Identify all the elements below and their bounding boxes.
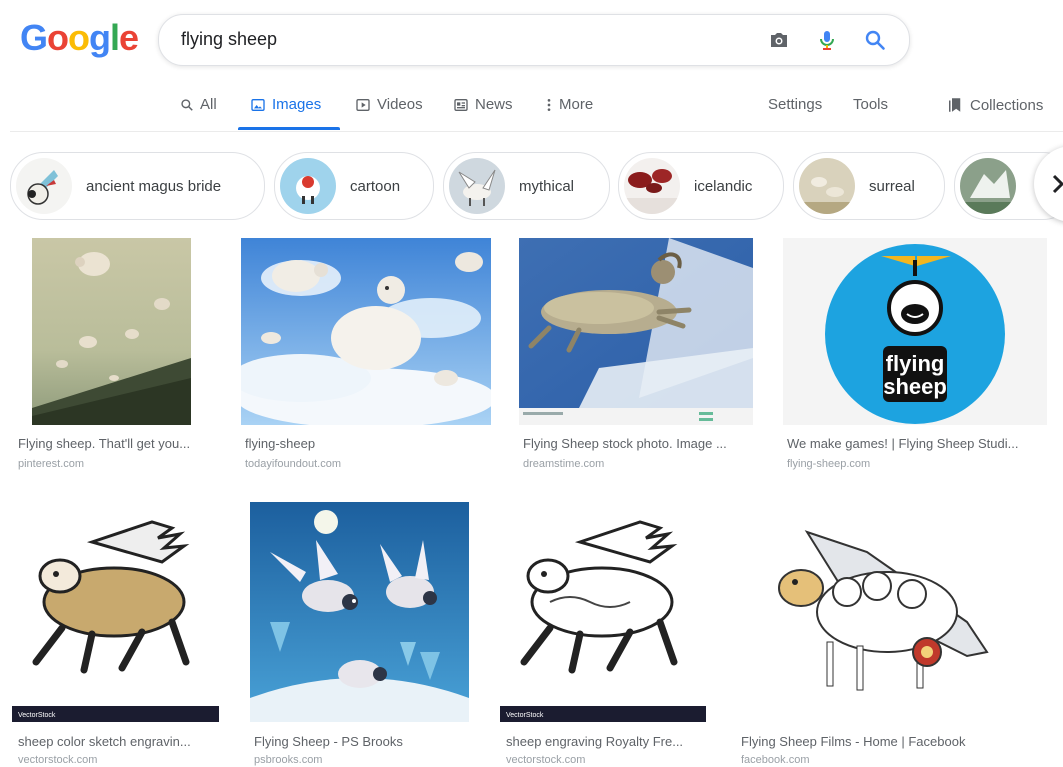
news-icon: [454, 98, 468, 111]
tools-link[interactable]: Tools: [853, 96, 888, 113]
active-tab-indicator: [238, 127, 340, 130]
result-image[interactable]: VectorStock: [12, 502, 219, 722]
chip-label: icelandic: [694, 177, 753, 195]
result-image[interactable]: VectorStock: [500, 502, 706, 722]
tab-more[interactable]: More: [545, 96, 593, 113]
chip-label: surreal: [869, 177, 915, 195]
tab-label: Images: [272, 96, 322, 113]
chip-label: cartoon: [350, 177, 401, 195]
tools-label: Tools: [853, 96, 889, 113]
result-caption[interactable]: Flying sheep. That'll get you...: [18, 436, 213, 451]
result-image[interactable]: [32, 238, 191, 425]
result-source[interactable]: vectorstock.com: [18, 754, 97, 766]
tab-label: All: [200, 96, 217, 113]
result-source[interactable]: psbrooks.com: [254, 754, 322, 766]
chip-thumbnail: [799, 158, 855, 214]
result-image[interactable]: flying sheep: [783, 238, 1047, 425]
search-icon: [181, 98, 193, 111]
result-caption[interactable]: flying-sheep: [245, 436, 485, 451]
chip-surreal[interactable]: surreal: [793, 152, 945, 220]
logo-letter: G: [20, 17, 48, 58]
chevron-right-icon: [1052, 174, 1063, 194]
chip-cartoon[interactable]: cartoon: [274, 152, 434, 220]
chip-ancient-magus-bride[interactable]: ancient magus bride: [10, 152, 265, 220]
result-caption[interactable]: Flying Sheep - PS Brooks: [254, 734, 474, 749]
search-tabs: All Images Videos News More Settings Too…: [0, 86, 1063, 132]
tab-videos[interactable]: Videos: [355, 96, 423, 113]
flying-sheep-logo-text: sheep: [883, 374, 947, 399]
chip-thumbnail: [280, 158, 336, 214]
search-input[interactable]: flying sheep: [181, 29, 277, 50]
result-source[interactable]: dreamstime.com: [523, 458, 604, 470]
chip-thumbnail: [624, 158, 680, 214]
result-image[interactable]: [519, 238, 753, 425]
result-source[interactable]: flying-sheep.com: [787, 458, 870, 470]
microphone-icon[interactable]: [815, 28, 839, 52]
collections-link[interactable]: Collections: [946, 96, 1043, 114]
result-caption[interactable]: sheep color sketch engravin...: [18, 734, 218, 749]
result-source[interactable]: todayifoundout.com: [245, 458, 341, 470]
result-image[interactable]: [737, 502, 1046, 722]
watermark-text: VectorStock: [506, 712, 544, 719]
divider: [10, 131, 1063, 132]
more-icon: [547, 98, 551, 111]
result-caption[interactable]: Flying Sheep Films - Home | Facebook: [741, 734, 1041, 749]
search-box[interactable]: flying sheep: [158, 14, 910, 66]
tab-news[interactable]: News: [453, 96, 513, 113]
tab-label: More: [559, 96, 594, 113]
tab-label: Videos: [377, 96, 423, 113]
result-source[interactable]: facebook.com: [741, 754, 809, 766]
tab-all[interactable]: All: [180, 96, 217, 113]
image-icon: [251, 98, 265, 111]
flying-sheep-logo-text: flying: [886, 351, 945, 376]
chip-icelandic[interactable]: icelandic: [618, 152, 784, 220]
logo-letter: o: [47, 17, 69, 58]
logo-letter: g: [89, 17, 111, 58]
result-caption[interactable]: We make games! | Flying Sheep Studi...: [787, 436, 1045, 451]
chip-label: mythical: [519, 177, 575, 195]
google-logo[interactable]: Google: [20, 17, 139, 58]
chip-thumbnail: [16, 158, 72, 214]
logo-letter: l: [110, 17, 120, 58]
result-caption[interactable]: Flying Sheep stock photo. Image ...: [523, 436, 758, 451]
tab-images[interactable]: Images: [250, 96, 321, 113]
result-caption[interactable]: sheep engraving Royalty Fre...: [506, 734, 706, 749]
bookmark-icon: [949, 98, 961, 112]
chip-label: ancient magus bride: [86, 177, 222, 195]
chip-thumbnail: [449, 158, 505, 214]
tab-label: News: [475, 96, 513, 113]
video-icon: [356, 98, 370, 111]
settings-label: Settings: [768, 96, 823, 113]
collections-label: Collections: [970, 96, 1044, 114]
result-source[interactable]: pinterest.com: [18, 458, 84, 470]
result-image[interactable]: [250, 502, 469, 722]
result-image[interactable]: [241, 238, 491, 425]
settings-link[interactable]: Settings: [768, 96, 822, 113]
logo-letter: o: [68, 17, 90, 58]
camera-icon[interactable]: [767, 28, 791, 52]
chip-mythical[interactable]: mythical: [443, 152, 610, 220]
logo-letter: e: [119, 17, 139, 58]
watermark-text: VectorStock: [18, 712, 56, 719]
result-source[interactable]: vectorstock.com: [506, 754, 585, 766]
chip-thumbnail: [960, 158, 1016, 214]
search-icon[interactable]: [863, 28, 887, 52]
